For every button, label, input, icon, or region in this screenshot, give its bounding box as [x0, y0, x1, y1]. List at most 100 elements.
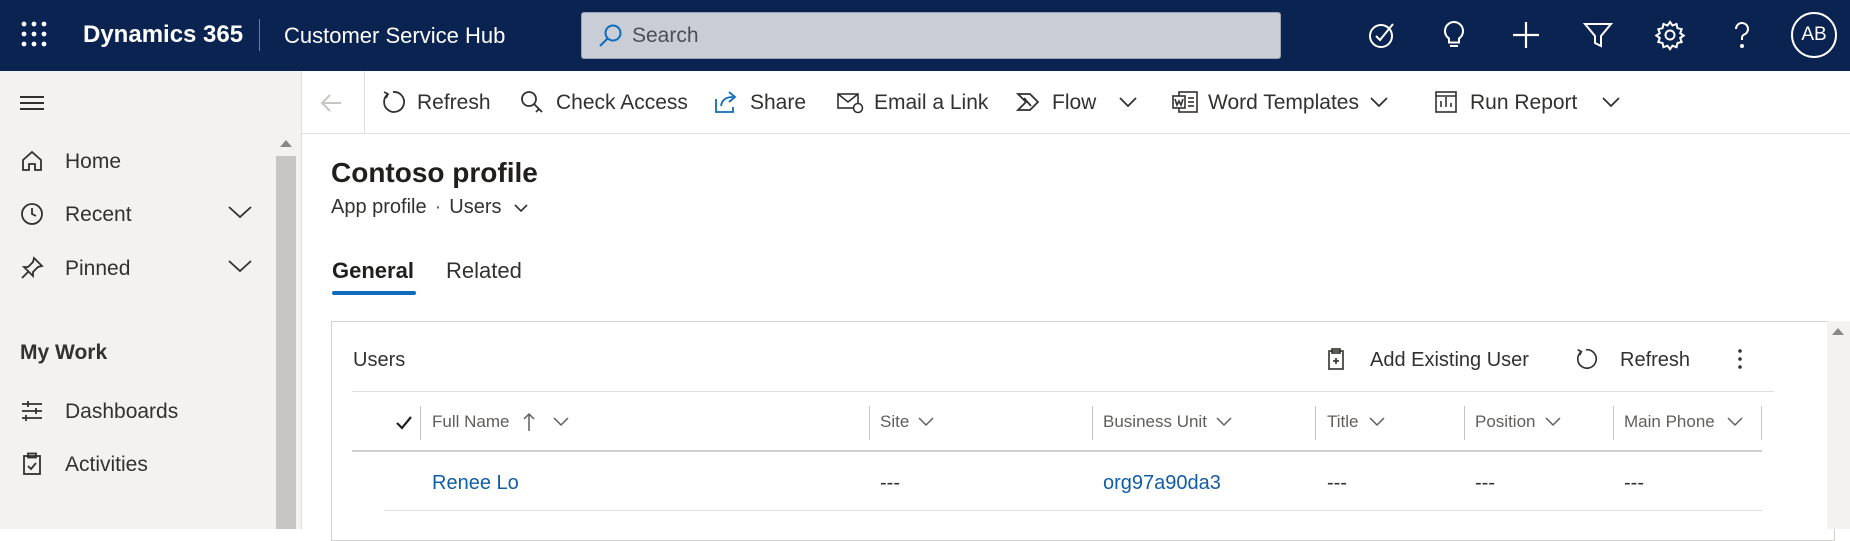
scroll-up-arrow[interactable] — [280, 140, 292, 147]
column-divider — [1315, 406, 1316, 440]
column-label: Title — [1327, 412, 1359, 431]
search-icon — [597, 23, 623, 49]
cell-full-name[interactable]: Renee Lo — [432, 472, 519, 495]
subgrid-refresh-button[interactable]: Refresh — [1574, 340, 1694, 378]
chevron-down-icon[interactable] — [552, 415, 570, 427]
subgrid-refresh-label: Refresh — [1620, 349, 1691, 371]
word-template-icon — [1171, 89, 1199, 115]
magnifier-key-icon — [519, 89, 545, 115]
cell-business-unit[interactable]: org97a90da3 — [1103, 472, 1221, 495]
pin-icon — [20, 256, 44, 280]
chevron-down-icon[interactable] — [1601, 95, 1621, 109]
refresh-label: Refresh — [417, 91, 491, 114]
column-divider — [869, 406, 870, 440]
run-report-button[interactable]: Run Report — [1433, 71, 1633, 134]
chevron-down-icon[interactable] — [227, 258, 253, 274]
share-button[interactable]: Share — [713, 71, 813, 134]
chevron-down-icon[interactable] — [1369, 95, 1389, 109]
email-link-button[interactable]: Email a Link — [836, 71, 989, 134]
chevron-down-icon[interactable] — [1544, 415, 1562, 427]
flow-icon — [1015, 89, 1041, 115]
command-divider — [364, 71, 365, 134]
tab-related[interactable]: Related — [446, 258, 522, 284]
sidebar-item-label: Recent — [65, 203, 132, 226]
chevron-down-icon[interactable] — [1368, 415, 1386, 427]
form-selector[interactable]: Users — [449, 196, 501, 218]
chevron-down-icon[interactable] — [513, 202, 529, 214]
add-existing-user-button[interactable]: Add Existing User — [1326, 340, 1541, 378]
sidebar-scrollbar[interactable] — [276, 156, 296, 529]
scroll-up-arrow[interactable] — [1832, 328, 1844, 335]
chevron-down-icon[interactable] — [1118, 95, 1138, 109]
row-divider — [384, 510, 1762, 511]
hamburger-menu-icon[interactable] — [20, 94, 44, 112]
column-header-full-name[interactable]: Full Name — [432, 412, 572, 442]
main-scrollbar[interactable] — [1827, 321, 1850, 529]
entity-name: App profile — [331, 196, 427, 218]
lightbulb-icon[interactable] — [1436, 17, 1472, 53]
sidebar-item-label: Activities — [65, 453, 148, 476]
column-header-title[interactable]: Title — [1327, 412, 1397, 442]
cell-position: --- — [1475, 472, 1495, 494]
select-all-checkbox[interactable] — [394, 413, 414, 433]
word-templates-label: Word Templates — [1208, 91, 1359, 114]
column-label: Full Name — [432, 412, 510, 431]
word-templates-button[interactable]: Word Templates — [1171, 71, 1396, 134]
column-header-main-phone[interactable]: Main Phone — [1624, 412, 1754, 442]
flow-button[interactable]: Flow — [1015, 71, 1145, 134]
column-header-business-unit[interactable]: Business Unit — [1103, 412, 1243, 442]
column-divider — [1613, 406, 1614, 440]
email-link-label: Email a Link — [874, 91, 989, 114]
plus-icon[interactable] — [1508, 17, 1544, 53]
page-title: Contoso profile — [331, 157, 538, 188]
chevron-down-icon[interactable] — [917, 415, 935, 427]
search-input[interactable] — [632, 22, 1252, 50]
brand-divider — [259, 19, 260, 51]
search-box[interactable] — [581, 12, 1281, 59]
report-icon — [1433, 89, 1459, 115]
app-name[interactable]: Customer Service Hub — [284, 23, 505, 49]
chevron-down-icon[interactable] — [1215, 415, 1233, 427]
clock-icon — [20, 202, 44, 226]
gear-icon[interactable] — [1652, 17, 1688, 53]
check-access-button[interactable]: Check Access — [519, 71, 688, 134]
sidebar-item-dashboards[interactable]: Dashboards — [0, 389, 270, 433]
column-divider — [420, 406, 421, 440]
column-header-position[interactable]: Position — [1475, 412, 1575, 442]
help-icon[interactable] — [1724, 17, 1760, 53]
column-divider — [1092, 406, 1093, 440]
sidebar-item-pinned[interactable]: Pinned — [0, 246, 270, 290]
sidebar-item-activities[interactable]: Activities — [0, 442, 270, 486]
refresh-button[interactable]: Refresh — [380, 71, 495, 134]
sidebar-item-label: Pinned — [65, 257, 131, 280]
chevron-down-icon[interactable] — [227, 204, 253, 220]
header-underline — [352, 450, 1762, 452]
record-subtitle: App profile · Users — [331, 196, 529, 219]
brand-name[interactable]: Dynamics 365 — [83, 21, 243, 49]
back-arrow-icon[interactable] — [319, 91, 343, 115]
user-avatar[interactable]: AB — [1791, 12, 1837, 58]
email-link-icon — [836, 89, 864, 115]
column-label: Main Phone — [1624, 412, 1715, 431]
sidebar-item-recent[interactable]: Recent — [0, 192, 270, 236]
refresh-icon — [380, 89, 406, 115]
column-label: Business Unit — [1103, 412, 1207, 431]
tab-selected-indicator — [332, 291, 416, 295]
tab-general[interactable]: General — [332, 258, 414, 284]
column-header-site[interactable]: Site — [880, 412, 940, 442]
column-divider — [1464, 406, 1465, 440]
app-launcher-icon[interactable] — [20, 20, 48, 48]
more-options-icon[interactable] — [1735, 347, 1745, 371]
separator-dot: · — [434, 196, 442, 218]
check-access-label: Check Access — [556, 91, 688, 114]
command-bar: Refresh Check Access Share Email a Link — [302, 71, 1850, 134]
sidebar-item-home[interactable]: Home — [0, 139, 270, 183]
filter-icon[interactable] — [1580, 17, 1616, 53]
share-icon — [713, 89, 739, 115]
chevron-down-icon[interactable] — [1726, 415, 1744, 427]
refresh-icon — [1574, 347, 1598, 371]
add-existing-label: Add Existing User — [1370, 349, 1529, 371]
task-check-icon[interactable] — [1364, 17, 1400, 53]
subgrid-divider — [352, 391, 1774, 392]
cell-title: --- — [1327, 472, 1347, 494]
